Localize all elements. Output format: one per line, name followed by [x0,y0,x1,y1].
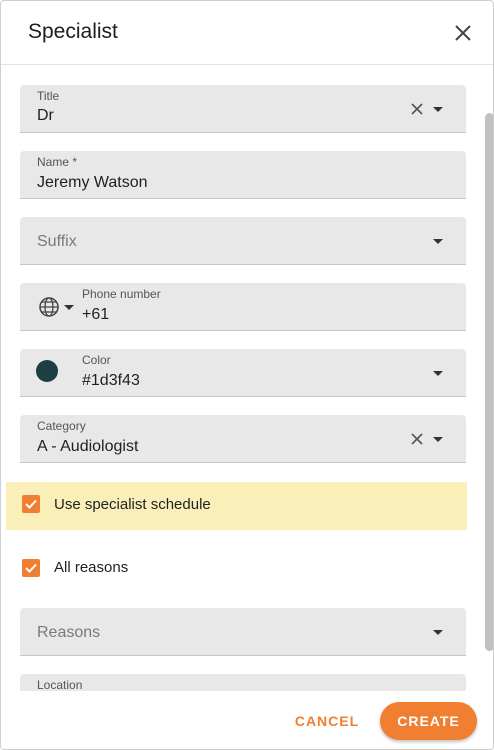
check-icon [25,499,37,509]
location-select[interactable]: Location [20,674,466,691]
clear-title-icon[interactable] [410,102,424,116]
chevron-down-icon[interactable] [433,239,443,244]
all-reasons-checkbox[interactable] [22,559,40,577]
phone-value: +61 [82,306,110,323]
color-select[interactable]: Color #1d3f43 [20,349,466,397]
clear-category-icon[interactable] [410,432,424,446]
color-swatch [36,360,58,382]
globe-icon [39,297,59,317]
chevron-down-icon[interactable] [433,371,443,376]
location-label: Location [37,678,83,691]
use-schedule-checkbox[interactable] [22,495,40,513]
dialog-header: Specialist [1,1,493,65]
chevron-down-icon[interactable] [433,107,443,112]
cancel-button[interactable]: CANCEL [289,703,365,739]
specialist-dialog: Specialist Title Dr Name * Jeremy Watson… [0,0,494,750]
chevron-down-icon [64,305,74,310]
name-label: Name * [37,155,78,169]
dialog-title: Specialist [28,20,118,43]
country-code-select[interactable] [38,296,76,318]
close-button[interactable] [451,21,475,45]
title-value: Dr [37,107,54,124]
category-label: Category [37,419,86,433]
category-value: A - Audiologist [37,438,139,455]
suffix-placeholder: Suffix [37,233,77,250]
use-schedule-label: Use specialist schedule [54,496,211,513]
use-schedule-row: Use specialist schedule [6,482,467,530]
chevron-down-icon[interactable] [433,630,443,635]
chevron-down-icon[interactable] [433,437,443,442]
phone-label: Phone number [82,287,161,301]
title-label: Title [37,89,60,103]
color-value: #1d3f43 [82,372,140,389]
create-button[interactable]: CREATE [380,702,477,740]
color-label: Color [82,353,111,367]
reasons-placeholder: Reasons [37,624,101,641]
reasons-select[interactable]: Reasons [20,608,466,656]
category-select[interactable]: Category A - Audiologist [20,415,466,463]
name-value: Jeremy Watson [37,174,148,191]
all-reasons-label: All reasons [54,559,129,576]
close-icon [455,25,471,41]
check-icon [25,563,37,573]
scrollbar-thumb[interactable] [485,113,493,651]
name-field[interactable]: Name * Jeremy Watson [20,151,466,199]
phone-field[interactable]: Phone number +61 [20,283,466,331]
title-select[interactable]: Title Dr [20,85,466,133]
dialog-content: Title Dr Name * Jeremy Watson Suffix Pho… [1,65,483,691]
suffix-select[interactable]: Suffix [20,217,466,265]
